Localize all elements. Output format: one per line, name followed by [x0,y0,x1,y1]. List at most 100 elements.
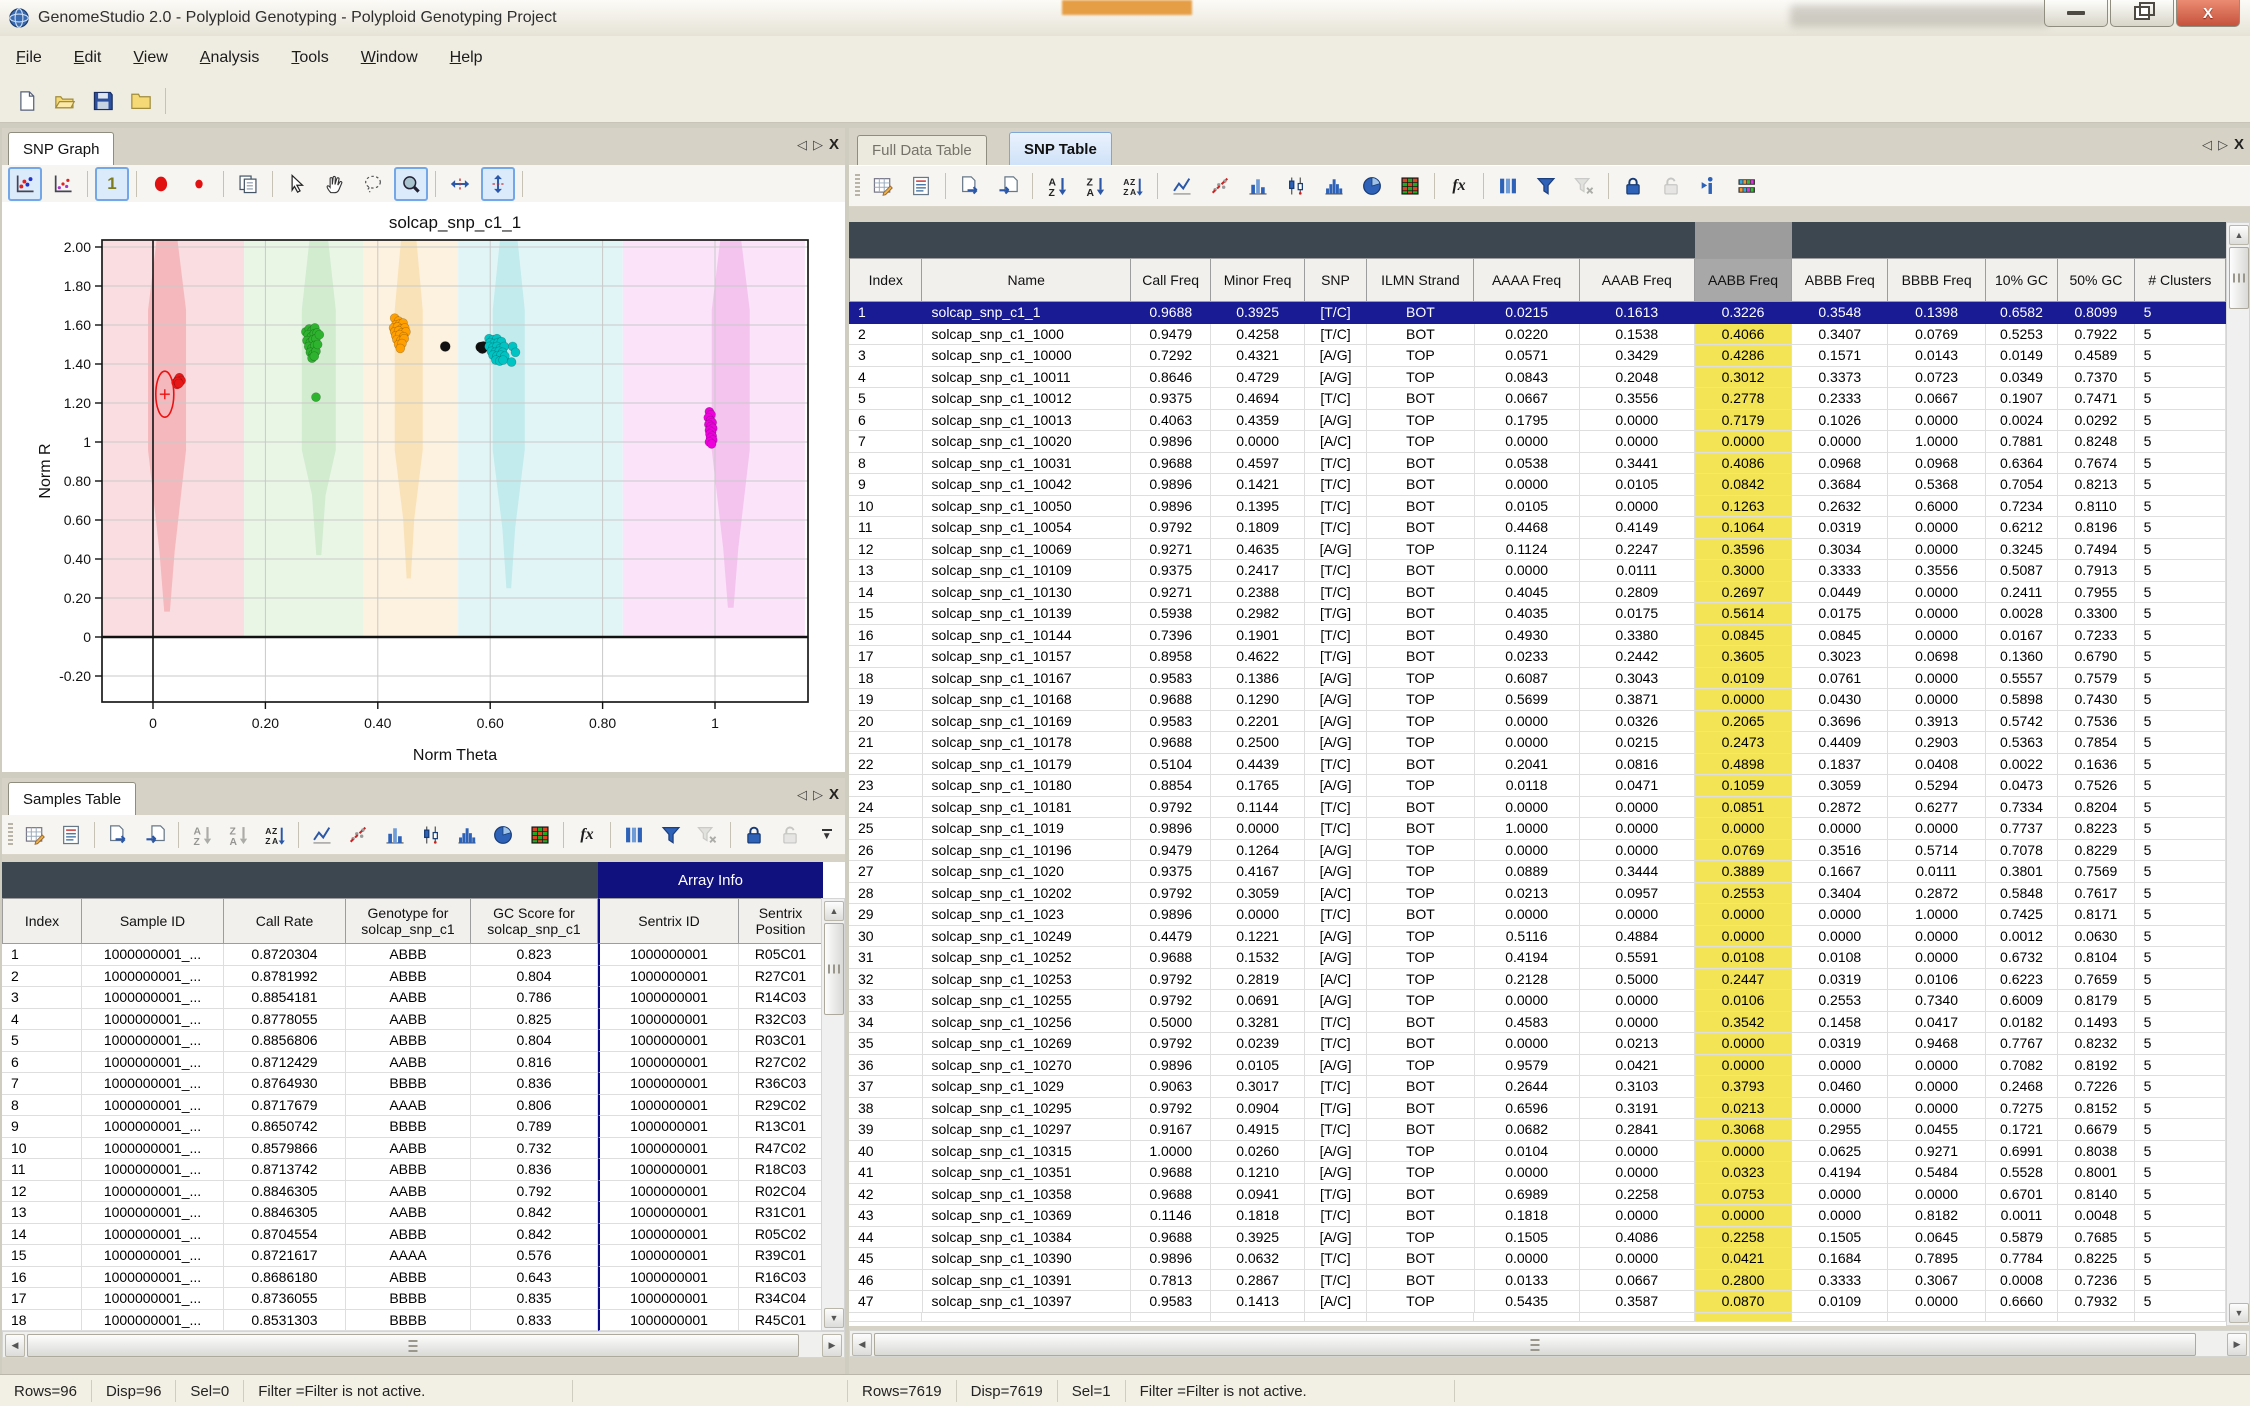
cell[interactable]: 0.0104 [1474,1140,1580,1162]
cell[interactable]: 0.833 [471,1309,598,1331]
cell[interactable]: 5 [2134,818,2226,840]
cell[interactable]: ABBB [346,1223,471,1245]
cell[interactable]: AABB [346,987,471,1009]
cell[interactable]: 0.0845 [1792,624,1889,646]
table-row[interactable]: 14 solcap_snp_c1_10130 0.9271 0.2388 [T/C] BO… [849,581,2226,603]
cell[interactable]: 0.3017 [1211,1076,1305,1098]
cell[interactable]: 16 [849,624,923,646]
cell[interactable]: 0.5104 [1131,753,1212,775]
cell[interactable]: 0.8854181 [224,987,346,1009]
cell[interactable]: 0.8001 [2058,1162,2135,1184]
cell[interactable]: 17 [849,646,923,668]
cell[interactable]: 0.5879 [1985,1226,2059,1248]
cell[interactable]: TOP [1367,1054,1475,1076]
cell[interactable]: 0.9688 [1131,1183,1212,1205]
cell[interactable]: [T/C] [1304,495,1368,517]
cell[interactable]: 0.0182 [1985,1011,2059,1033]
menu-help[interactable]: Help [434,41,499,75]
cell[interactable]: 0.5557 [1985,667,2059,689]
cell[interactable]: [A/G] [1304,1226,1368,1248]
cell[interactable]: [T/G] [1304,646,1368,668]
cell[interactable]: 0.0000 [1694,1054,1793,1076]
column-header-50-gc[interactable]: 50% GC [2058,258,2135,302]
cell[interactable]: 0.0000 [1792,925,1889,947]
cell[interactable]: ABBB [346,965,471,987]
cell[interactable]: 0.0105 [1474,495,1580,517]
cell[interactable]: 0.1398 [1888,302,1986,324]
cell[interactable]: 0.6582 [1985,302,2059,324]
cell[interactable]: 5 [2134,624,2226,646]
cell[interactable]: 0.0000 [1474,839,1580,861]
cell[interactable]: solcap_snp_c1_10384 [922,1226,1132,1248]
cell[interactable]: [T/C] [1304,1076,1368,1098]
cell[interactable]: 0.4479 [1131,925,1212,947]
table-row[interactable]: 45 solcap_snp_c1_10390 0.9896 0.0632 [T/C] BO… [849,1248,2226,1270]
cell[interactable]: 0.4409 [1792,732,1889,754]
cell[interactable]: 0.8646 [1131,366,1212,388]
bar-chart-button[interactable] [1241,169,1275,203]
cell[interactable]: 0.3793 [1694,1076,1793,1098]
cell[interactable]: solcap_snp_c1_10144 [922,624,1132,646]
cell[interactable]: 0.4086 [1694,452,1793,474]
column-header-sample-id[interactable]: Sample ID [82,898,224,944]
pan-tool-button[interactable] [318,167,352,201]
cell[interactable]: 0.8846305 [224,1202,346,1224]
cell[interactable]: 0.825 [471,1008,598,1030]
cell[interactable]: 0.0000 [1694,431,1793,453]
cell[interactable]: BOT [1367,1205,1475,1227]
cell[interactable]: 0.1458 [1792,1011,1889,1033]
lock-button[interactable] [1616,169,1650,203]
column-chooser-button[interactable] [1491,169,1525,203]
cell[interactable]: 0.9688 [1131,302,1212,324]
cell[interactable]: 0.0723 [1888,366,1986,388]
cell[interactable]: 0.6277 [1888,796,1986,818]
cell[interactable]: 0.0213 [1579,1033,1695,1055]
cell[interactable]: 0.4167 [1211,861,1305,883]
cell[interactable]: 0.0000 [1694,904,1793,926]
cell[interactable]: 21 [849,732,923,754]
cell[interactable]: 0.1795 [1474,409,1580,431]
cell[interactable]: [T/C] [1304,753,1368,775]
cell[interactable]: 0.7236 [2058,1269,2135,1291]
cell[interactable]: [A/G] [1304,1162,1368,1184]
cell[interactable]: 7 [2,1073,82,1095]
cell[interactable]: 0.0000 [1474,474,1580,496]
table-row[interactable]: 28 solcap_snp_c1_10202 0.9792 0.3059 [A/C] TO… [849,882,2226,904]
menu-file[interactable]: File [0,41,58,75]
cell[interactable]: 5 [2134,667,2226,689]
cell[interactable]: 12 [2,1180,82,1202]
cell[interactable]: 0.8038 [2058,1140,2135,1162]
sort-descending-button[interactable] [222,818,254,852]
cell[interactable]: solcap_snp_c1_10249 [922,925,1132,947]
cell[interactable]: 0.9468 [1888,1033,1986,1055]
cell[interactable]: 0.804 [471,965,598,987]
filter-button[interactable] [654,818,686,852]
cell[interactable]: 5 [2134,861,2226,883]
cell[interactable]: 0.0024 [1985,409,2059,431]
cell[interactable]: 1000000001_... [82,1202,224,1224]
cell[interactable]: BOT [1367,1076,1475,1098]
cell[interactable]: 1000000001_... [82,987,224,1009]
cell[interactable]: 0.0000 [1888,538,1986,560]
cell[interactable]: [A/G] [1304,409,1368,431]
cell[interactable]: 0.5528 [1985,1162,2059,1184]
table-row[interactable]: 40 solcap_snp_c1_10315 1.0000 0.0260 [A/G] TO… [849,1140,2226,1162]
cell[interactable]: 0.7425 [1985,904,2059,926]
cell[interactable]: [T/C] [1304,1248,1368,1270]
bar-chart-button[interactable] [378,818,410,852]
cell[interactable]: 5 [2134,947,2226,969]
cell[interactable]: 0.2553 [1694,882,1793,904]
cell[interactable]: 0.0455 [1888,1119,1986,1141]
table-row[interactable]: 29 solcap_snp_c1_1023 0.9896 0.0000 [T/C] BOT… [849,904,2226,926]
table-row[interactable]: 27 solcap_snp_c1_1020 0.9375 0.4167 [A/G] TOP… [849,861,2226,883]
cell[interactable]: 0.9896 [1131,495,1212,517]
cell[interactable]: 0.0000 [1792,818,1889,840]
cell[interactable]: 0.1124 [1474,538,1580,560]
pie-chart-button[interactable] [1355,169,1389,203]
table-row[interactable]: 13 solcap_snp_c1_10109 0.9375 0.2417 [T/C] BO… [849,560,2226,582]
cell[interactable]: 0.5484 [1888,1162,1986,1184]
cell[interactable]: 0.1818 [1474,1205,1580,1227]
cell[interactable]: BOT [1367,818,1475,840]
cell[interactable]: 0.0000 [1888,581,1986,603]
cell[interactable]: 0.2819 [1211,968,1305,990]
